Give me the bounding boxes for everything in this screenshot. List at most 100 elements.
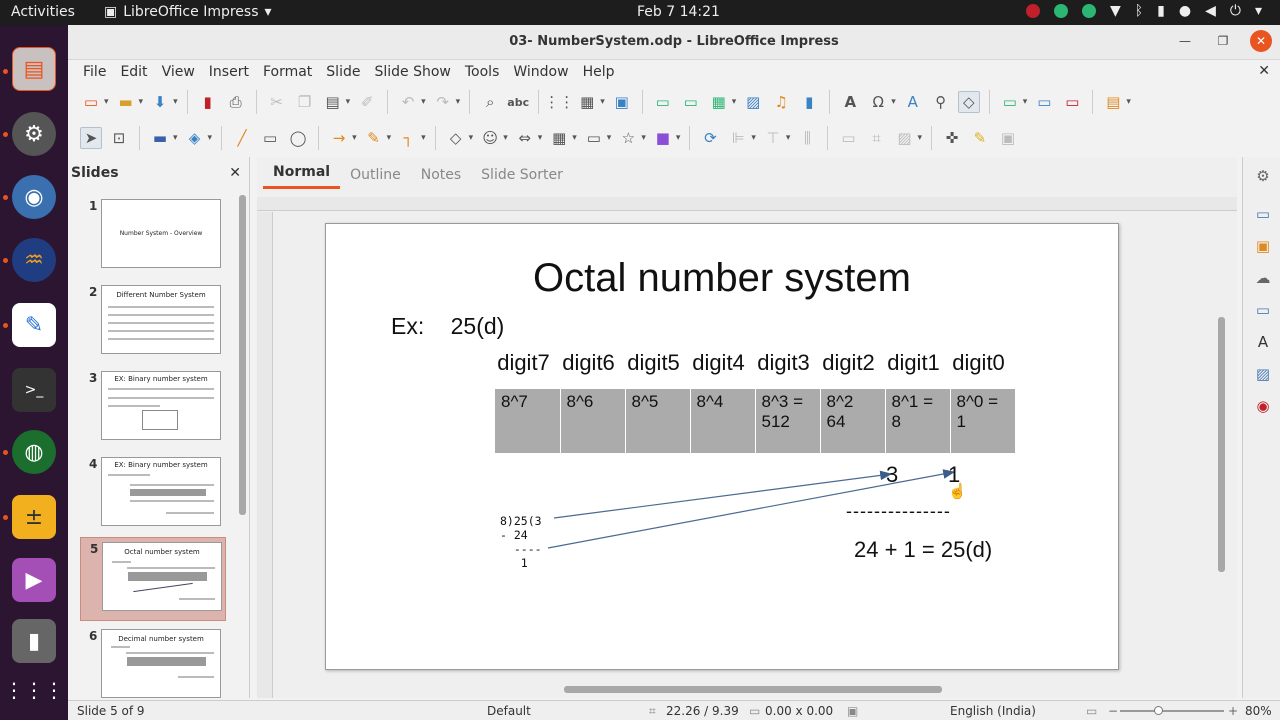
- chevron-down-icon[interactable]: ▾: [1023, 97, 1028, 107]
- chevron-down-icon[interactable]: ▾: [600, 97, 605, 107]
- special-character-icon[interactable]: Ω: [867, 91, 889, 113]
- clock[interactable]: Feb 7 14:21: [637, 4, 720, 20]
- app-menu[interactable]: ▣ LibreOffice Impress ▾: [104, 4, 272, 20]
- arrange-icon[interactable]: ⊤: [762, 127, 784, 149]
- menu-insert[interactable]: Insert: [202, 64, 256, 80]
- gallery-icon[interactable]: ▨: [1252, 363, 1274, 385]
- microphone-icon[interactable]: ●: [1179, 3, 1191, 19]
- terminal-launcher-icon[interactable]: >_: [12, 368, 56, 412]
- browser-launcher-icon[interactable]: ◍: [12, 430, 56, 474]
- insert-chart-icon[interactable]: ▮: [798, 91, 820, 113]
- duplicate-slide-icon[interactable]: ▭: [680, 91, 702, 113]
- zoom-pan-icon[interactable]: ⊡: [108, 127, 130, 149]
- media-player-launcher-icon[interactable]: ▶: [12, 558, 56, 602]
- chevron-down-icon[interactable]: ▾: [1255, 3, 1262, 19]
- stars-icon[interactable]: ☆: [617, 127, 639, 149]
- horizontal-scrollbar[interactable]: [564, 686, 942, 693]
- extension-icon[interactable]: [1053, 4, 1068, 18]
- language[interactable]: English (India): [950, 704, 1036, 718]
- insert-audio-video-icon[interactable]: ♫: [770, 91, 792, 113]
- system-tray[interactable]: ▼ ᛒ ▮ ● ◀ ⏻ ▾: [1025, 3, 1262, 19]
- bluetooth-icon[interactable]: ᛒ: [1135, 3, 1143, 19]
- wifi-icon[interactable]: ▼: [1110, 3, 1121, 19]
- glue-points-icon[interactable]: ✎: [969, 127, 991, 149]
- grid-icon[interactable]: ⋮⋮: [544, 91, 574, 113]
- clone-formatting-icon[interactable]: ✐: [356, 91, 378, 113]
- table-cell[interactable]: 8^6: [560, 389, 626, 453]
- display-views-icon[interactable]: ▦: [576, 91, 598, 113]
- chevron-down-icon[interactable]: ▾: [676, 133, 681, 143]
- slides-scrollbar[interactable]: [239, 195, 246, 515]
- menu-file[interactable]: File: [76, 64, 113, 80]
- callouts-icon[interactable]: ▭: [583, 127, 605, 149]
- insert-image-icon[interactable]: ▨: [742, 91, 764, 113]
- maximize-button[interactable]: ❐: [1212, 30, 1234, 52]
- delete-page-icon[interactable]: ▭: [1061, 91, 1083, 113]
- master-slides-icon[interactable]: ▭: [1252, 299, 1274, 321]
- copy-icon[interactable]: ❐: [294, 91, 316, 113]
- styles-icon[interactable]: A: [1252, 331, 1274, 353]
- impress-launcher-icon[interactable]: ▤: [12, 47, 56, 91]
- chevron-down-icon[interactable]: ▾: [346, 97, 351, 107]
- chevron-down-icon[interactable]: ▾: [917, 133, 922, 143]
- rectangle-icon[interactable]: ▭: [259, 127, 281, 149]
- tab-outline[interactable]: Outline: [340, 167, 411, 189]
- flowchart-icon[interactable]: ▦: [548, 127, 570, 149]
- table-cell[interactable]: 8^2 64: [820, 389, 886, 453]
- select-arrow-icon[interactable]: ➤: [80, 127, 102, 149]
- redo-icon[interactable]: ↷: [432, 91, 454, 113]
- powers-table[interactable]: 8^7 8^6 8^5 8^4 8^3 = 512 8^2 64 8^1 = 8 8^…: [495, 389, 1016, 453]
- close-pane-icon[interactable]: ✕: [229, 165, 241, 181]
- line-icon[interactable]: ╱: [231, 127, 253, 149]
- print-icon[interactable]: ⎙: [225, 91, 247, 113]
- insert-text-box-icon[interactable]: A: [839, 91, 861, 113]
- save-icon[interactable]: ⬇: [149, 91, 171, 113]
- curves-icon[interactable]: ✎: [363, 127, 385, 149]
- horizontal-ruler[interactable]: [257, 197, 1237, 211]
- show-draw-functions-icon[interactable]: ◇: [957, 91, 980, 113]
- division-work[interactable]: 8)25(3- 24 ---- 1: [500, 514, 542, 570]
- spelling-icon[interactable]: abc: [507, 91, 529, 113]
- align-objects-icon[interactable]: ⊫: [727, 127, 749, 149]
- chevron-down-icon[interactable]: ▾: [607, 133, 612, 143]
- tab-normal[interactable]: Normal: [263, 164, 341, 189]
- ellipse-icon[interactable]: ◯: [287, 127, 309, 149]
- activities-button[interactable]: Activities: [11, 4, 75, 20]
- slide-transition-icon[interactable]: ▣: [1252, 235, 1274, 257]
- chevron-down-icon[interactable]: ▾: [104, 97, 109, 107]
- new-page-icon[interactable]: ▭: [999, 91, 1021, 113]
- line-color-icon[interactable]: ▬: [149, 127, 171, 149]
- vertical-ruler[interactable]: [257, 212, 273, 698]
- insert-table-icon[interactable]: ▦: [708, 91, 730, 113]
- cut-icon[interactable]: ✂: [266, 91, 288, 113]
- arrow-to-digit1[interactable]: [553, 470, 893, 519]
- filter-icon[interactable]: ▨: [893, 127, 915, 149]
- slide-thumbnail-5[interactable]: 5 Octal number system: [80, 537, 226, 621]
- chevron-down-icon[interactable]: ▾: [352, 133, 357, 143]
- slide-thumbnail-3[interactable]: 3 EX: Binary number system: [80, 367, 226, 449]
- volume-icon[interactable]: ◀: [1205, 3, 1216, 19]
- chevron-down-icon[interactable]: ▾: [503, 133, 508, 143]
- record-indicator-icon[interactable]: [1025, 4, 1040, 18]
- chevron-down-icon[interactable]: ▾: [421, 133, 426, 143]
- chevron-down-icon[interactable]: ▾: [891, 97, 896, 107]
- minimize-button[interactable]: —: [1174, 30, 1196, 52]
- distribute-icon[interactable]: ⫼: [796, 127, 818, 149]
- chevron-down-icon[interactable]: ▾: [208, 133, 213, 143]
- slide-thumbnail-4[interactable]: 4 EX: Binary number system: [80, 453, 226, 535]
- tab-notes[interactable]: Notes: [411, 167, 471, 189]
- table-cell[interactable]: 8^3 = 512: [755, 389, 821, 453]
- show-apps-icon[interactable]: ⋮⋮⋮: [4, 668, 64, 712]
- table-cell[interactable]: 8^0 = 1: [950, 389, 1016, 453]
- slide-thumbnail-2[interactable]: 2 Different Number System: [80, 281, 226, 363]
- lines-arrows-icon[interactable]: →: [328, 127, 350, 149]
- animation-icon[interactable]: ☁: [1252, 267, 1274, 289]
- chevron-down-icon[interactable]: ▾: [751, 133, 756, 143]
- zoom-level[interactable]: 80%: [1245, 704, 1272, 718]
- block-arrows-icon[interactable]: ⇔: [514, 127, 536, 149]
- zoom-out-icon[interactable]: −: [1108, 704, 1118, 718]
- chevron-down-icon[interactable]: ▾: [572, 133, 577, 143]
- settings-launcher-icon[interactable]: ⚙: [12, 112, 56, 156]
- layout-name[interactable]: Default: [487, 704, 531, 718]
- navigator-icon[interactable]: ◉: [1252, 395, 1274, 417]
